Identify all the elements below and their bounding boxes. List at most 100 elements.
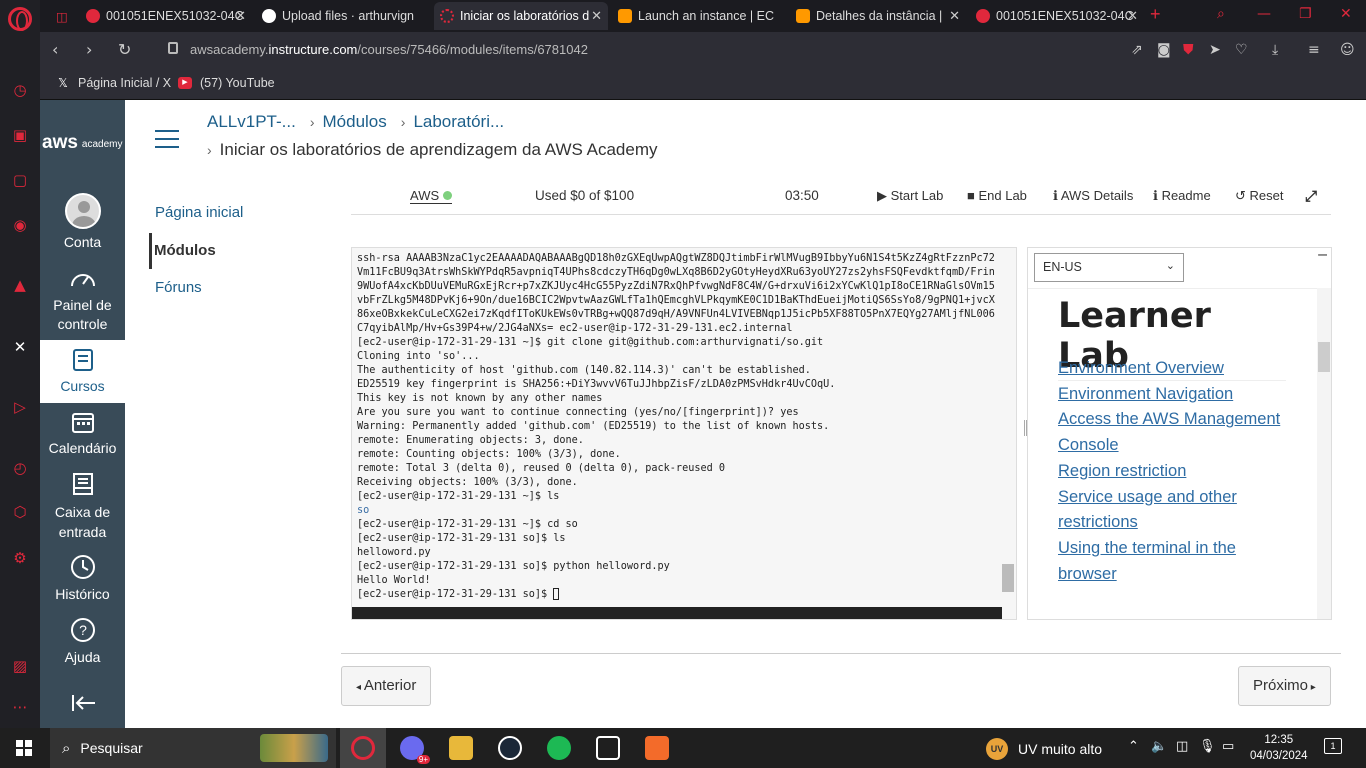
- url-field[interactable]: awsacademy.instructure.com/courses/75466…: [190, 42, 588, 57]
- course-menu-toggle[interactable]: [155, 130, 179, 148]
- course-nav-forums[interactable]: Fóruns: [155, 279, 243, 298]
- chrome-taskbar-icon[interactable]: 9+: [400, 736, 430, 764]
- tab-1[interactable]: 001051ENEX51032-04C ✕: [80, 2, 252, 30]
- minimize-icon[interactable]: —: [1257, 6, 1271, 22]
- tab-4[interactable]: Launch an instance | EC: [612, 2, 788, 30]
- minimize-panel-icon[interactable]: –: [1318, 248, 1327, 264]
- share-icon[interactable]: ⇗: [1131, 42, 1143, 58]
- profile-icon[interactable]: ☺: [1340, 42, 1355, 58]
- reset-button[interactable]: ↺ Reset: [1235, 188, 1283, 204]
- file-explorer-icon[interactable]: [449, 736, 473, 760]
- settings-icon[interactable]: ⚙: [10, 548, 30, 568]
- send-icon[interactable]: ➤: [1209, 42, 1221, 58]
- microphone-icon[interactable]: 🎙: [1199, 739, 1216, 754]
- camera-tray-icon[interactable]: ◫: [1176, 739, 1188, 754]
- more-icon[interactable]: ⋯: [10, 697, 30, 717]
- toc-link[interactable]: Region restriction: [1058, 459, 1298, 485]
- windows-start-icon[interactable]: [16, 740, 32, 756]
- search-tabs-icon[interactable]: ⌕: [1217, 6, 1225, 22]
- terminal[interactable]: ssh-rsa AAAAB3NzaC1yc2EAAAADAQABAAABgQD1…: [351, 247, 1017, 620]
- terminal-scrollbar[interactable]: [1002, 248, 1016, 619]
- media-app-icon[interactable]: [596, 736, 620, 760]
- nav-history[interactable]: Histórico: [40, 554, 125, 614]
- download-icon[interactable]: ⤓: [1272, 42, 1278, 58]
- readme-button[interactable]: ℹ Readme: [1153, 188, 1211, 204]
- language-select[interactable]: EN-US ⌄: [1034, 253, 1184, 282]
- history-sidebar-icon[interactable]: ◴: [10, 458, 30, 478]
- nav-calendar[interactable]: Calendário: [40, 410, 125, 470]
- restore-icon[interactable]: ❐: [1299, 6, 1312, 22]
- crumb-course[interactable]: ALLv1PT-...: [207, 112, 296, 131]
- next-button[interactable]: Próximo ▸: [1238, 666, 1331, 706]
- lab-status-indicator: [443, 191, 453, 200]
- steam-icon[interactable]: [498, 736, 522, 760]
- tab-2[interactable]: Upload files · arthurvign: [256, 2, 432, 30]
- toc-link[interactable]: Using the terminal in the browser: [1058, 536, 1298, 587]
- heart-icon[interactable]: ♡: [1235, 42, 1248, 58]
- toc-link[interactable]: Environment Overview: [1058, 356, 1298, 382]
- opera-taskbar-icon[interactable]: [351, 736, 375, 760]
- spotify-icon[interactable]: [547, 736, 571, 760]
- crumb-labs[interactable]: Laboratóri...: [413, 112, 504, 131]
- opera-logo-icon[interactable]: [8, 7, 32, 31]
- easy-setup-icon[interactable]: ≡: [1308, 42, 1320, 58]
- close-tab-icon[interactable]: ✕: [949, 8, 960, 24]
- readme-scroll-thumb[interactable]: [1318, 342, 1330, 372]
- tab-3-active[interactable]: Iniciar os laboratórios d ✕: [434, 2, 608, 30]
- close-window-icon[interactable]: ✕: [1340, 6, 1352, 22]
- aws-academy-logo[interactable]: aws academy: [40, 100, 125, 185]
- snapshot-icon[interactable]: ▨: [10, 656, 30, 676]
- extensions-icon[interactable]: ⬡: [10, 502, 30, 522]
- bookmark-x[interactable]: 𝕏 Página Inicial / X: [56, 76, 171, 90]
- fullscreen-icon[interactable]: ⤢: [1305, 188, 1317, 205]
- camera-icon[interactable]: ◙: [1157, 42, 1171, 58]
- nav-help[interactable]: ? Ajuda: [40, 617, 125, 677]
- toc-link[interactable]: Service usage and other restrictions: [1058, 485, 1298, 536]
- tab-5[interactable]: Detalhes da instância | ✕: [790, 2, 966, 30]
- taskbar-search[interactable]: ⌕ Pesquisar: [50, 728, 336, 768]
- toc-link[interactable]: Access the AWS Management Console: [1058, 407, 1298, 458]
- toc-link[interactable]: Environment Navigation: [1058, 382, 1298, 408]
- nav-courses[interactable]: Cursos: [40, 340, 125, 403]
- reload-icon[interactable]: ↻: [118, 40, 131, 59]
- terminal-scroll-thumb[interactable]: [1002, 564, 1014, 592]
- start-lab-button[interactable]: ▶ Start Lab: [877, 188, 943, 204]
- adblock-shield-icon[interactable]: ⛊: [1183, 42, 1194, 58]
- chevron-up-icon[interactable]: ⌃: [1128, 739, 1139, 754]
- twitch-icon[interactable]: ▢: [10, 170, 30, 190]
- bookmark-youtube[interactable]: ▶ (57) YouTube: [178, 76, 275, 90]
- crunchyroll-icon[interactable]: [645, 736, 669, 760]
- notification-center-icon[interactable]: 1: [1324, 738, 1342, 754]
- course-nav-home[interactable]: Página inicial: [155, 204, 243, 223]
- nav-account[interactable]: Conta: [40, 193, 125, 253]
- aws-console-link[interactable]: AWS: [410, 188, 453, 204]
- course-nav-modules[interactable]: Módulos: [149, 233, 243, 269]
- terminal-line: [ec2-user@ip-172-31-29-131 so]$: [357, 588, 995, 602]
- collapse-nav-button[interactable]: [40, 694, 125, 718]
- close-tab-icon[interactable]: ✕: [235, 8, 246, 24]
- system-clock[interactable]: 12:35 04/03/2024: [1250, 732, 1308, 764]
- battery-icon[interactable]: ▭: [1222, 739, 1234, 754]
- tab-6[interactable]: 001051ENEX51032-04C ✕: [970, 2, 1144, 30]
- aria-icon[interactable]: ▲: [10, 275, 30, 295]
- x-sidebar-icon[interactable]: ✕: [10, 337, 30, 357]
- nav-inbox[interactable]: Caixa de entrada: [40, 472, 125, 540]
- new-tab-icon[interactable]: +: [1150, 4, 1161, 25]
- workspace-icon[interactable]: ▣: [10, 125, 30, 145]
- aws-details-button[interactable]: ℹ AWS Details: [1053, 188, 1133, 204]
- forward-icon[interactable]: ›: [86, 40, 92, 59]
- nav-dashboard[interactable]: Painel de controle: [40, 268, 125, 332]
- previous-button[interactable]: ◂ Anterior: [341, 666, 432, 706]
- close-tab-icon[interactable]: ✕: [591, 8, 602, 24]
- player-icon[interactable]: ▷: [10, 397, 30, 417]
- end-lab-button[interactable]: ■ End Lab: [967, 188, 1027, 203]
- back-icon[interactable]: ‹: [52, 40, 58, 59]
- crumb-modules[interactable]: Módulos: [323, 112, 387, 131]
- volume-icon[interactable]: 🔈: [1151, 739, 1167, 754]
- speed-dial-icon[interactable]: ◷: [10, 80, 30, 100]
- ai-icon[interactable]: ◉: [10, 215, 30, 235]
- weather-widget[interactable]: UV UV muito alto: [986, 738, 1102, 760]
- tab-gaming-icon[interactable]: ◫: [50, 2, 80, 30]
- readme-scrollbar[interactable]: [1317, 288, 1331, 619]
- close-tab-icon[interactable]: ✕: [1127, 8, 1138, 24]
